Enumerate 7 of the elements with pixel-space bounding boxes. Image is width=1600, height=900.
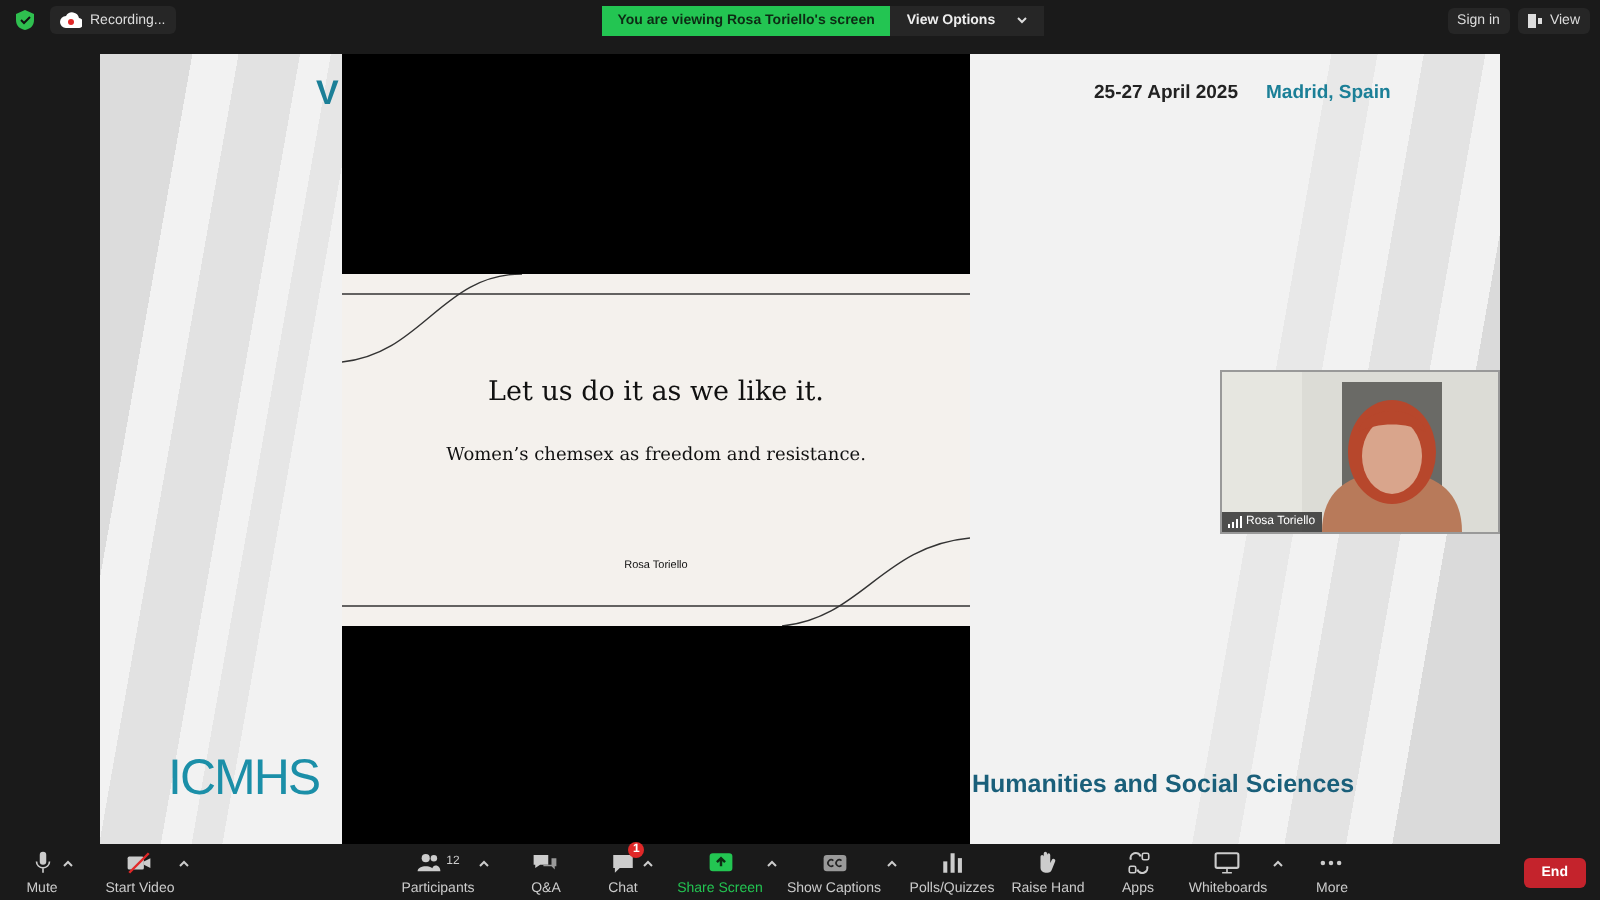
slide-heading: Let us do it as we like it. (486, 376, 826, 408)
slide-title: V (316, 74, 339, 114)
location-text: Madrid, Spain (1266, 82, 1391, 104)
conference-subtitle: Humanities and Social Sciences (972, 770, 1355, 798)
conference-logo: ICMHS (168, 750, 320, 808)
date-text: 25-27 April 2025 (1094, 82, 1238, 104)
slide-subheading: Women’s chemsex as freedom and resistance. (444, 446, 868, 466)
